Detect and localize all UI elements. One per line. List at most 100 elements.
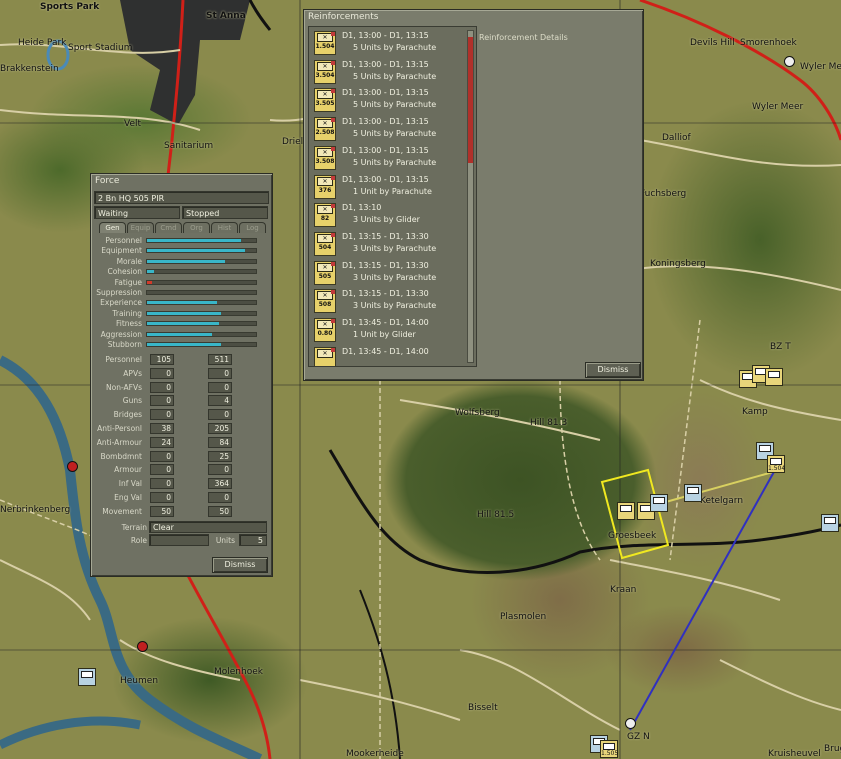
stat-value-current: 50 — [150, 505, 174, 517]
map-unit-counter[interactable] — [765, 368, 783, 386]
status-badge — [331, 118, 335, 123]
stat-table: Personnel 105 511 APVs 0 0 Non-AFVs 0 0 Guns 0 4 Bri… — [94, 354, 270, 522]
map-unit-counter[interactable] — [650, 494, 668, 512]
attribute-label: Suppression — [96, 288, 142, 297]
counter-text: 376 — [318, 186, 332, 194]
arrival-desc: 5 Units by Parachute — [353, 71, 437, 81]
list-item[interactable]: ✕ 3.508 D1, 13:00 - D1, 13:15 5 Units by Pa… — [312, 144, 464, 172]
status-badge — [331, 89, 335, 94]
tab-hist[interactable]: Hist — [211, 222, 238, 233]
attribute-bar-fill — [147, 280, 153, 284]
attribute-bar-fill — [147, 239, 241, 242]
objective-marker-icon[interactable] — [784, 56, 795, 67]
tab-org[interactable]: Org — [183, 222, 210, 233]
objective-marker-icon[interactable] — [625, 718, 636, 729]
map-unit-counter[interactable] — [821, 514, 839, 532]
map-unit-counter[interactable] — [617, 502, 635, 520]
list-item[interactable]: ✕ 3.505 D1, 13:00 - D1, 13:15 5 Units by Pa… — [312, 86, 464, 114]
list-item[interactable]: ✕ 82 D1, 13:10 3 Units by Glider — [312, 201, 464, 229]
status-badge — [331, 60, 335, 65]
unit-counter-icon: ✕ 508 — [314, 289, 336, 314]
reinforcements-list[interactable]: ✕ 1.504 D1, 13:00 - D1, 13:15 5 Units by Pa… — [308, 26, 477, 367]
attribute-bar — [146, 342, 257, 347]
role-label: Role — [130, 536, 147, 545]
tab-log[interactable]: Log — [239, 222, 266, 233]
unit-counter-icon: ✕ 504 — [314, 231, 336, 256]
panel-title: Reinforcements — [308, 12, 379, 22]
stat-value-max: 84 — [208, 436, 232, 448]
unit-counter-icon: ✕ 82 — [314, 203, 336, 228]
map-label: Velt — [124, 119, 142, 129]
stat-label: Personnel — [105, 355, 142, 364]
map-label: Groesbeek — [608, 531, 657, 541]
counter-text: 3.508 — [315, 157, 335, 165]
railway-black — [328, 449, 841, 574]
list-item[interactable]: ✕ 504 D1, 13:15 - D1, 13:30 3 Units by Para… — [312, 230, 464, 258]
counter-text: 2.508 — [315, 129, 335, 137]
map-unit-counter[interactable] — [78, 668, 96, 686]
objective-marker-icon[interactable] — [137, 641, 148, 652]
objective-marker-icon[interactable] — [67, 461, 78, 472]
list-item[interactable]: ✕ 1.504 D1, 13:00 - D1, 13:15 5 Units by Pa… — [312, 29, 464, 57]
unit-counter-icon: ✕ 505 — [314, 260, 336, 285]
attribute-bar — [146, 279, 257, 285]
list-item[interactable]: ✕ D1, 13:45 - D1, 14:00 — [312, 345, 464, 366]
stat-value-max: 50 — [208, 505, 232, 517]
attribute-label: Fitness — [116, 319, 142, 329]
tab-bar: Gen Equip Cmd Org Hist Log — [99, 222, 269, 234]
arrival-desc: 5 Units by Parachute — [353, 43, 437, 52]
list-item[interactable]: ✕ 3.504 D1, 13:00 - D1, 13:15 5 Units by Pa… — [312, 58, 464, 86]
tab-gen[interactable]: Gen — [99, 222, 126, 233]
map-label: Driel — [282, 137, 304, 147]
map-label: Koningsberg — [650, 259, 706, 269]
attribute-bar — [146, 269, 257, 275]
attribute-bar — [146, 258, 257, 264]
dismiss-button[interactable]: Dismiss — [212, 557, 268, 573]
arrival-desc: 1 Unit by Glider — [353, 330, 416, 339]
reinforcements-panel: Reinforcements ✕ 1.504 D1, 13:00 - D1, 13:… — [303, 9, 644, 381]
stat-value-current: 24 — [150, 436, 174, 448]
force-panel: Force 2 Bn HQ 505 PIR Waiting Stopped Ge… — [90, 173, 273, 577]
attribute-bar-fill — [147, 322, 219, 326]
status-badge — [331, 347, 335, 352]
map-unit-counter[interactable]: 1.504 — [767, 455, 785, 473]
status-field-left: Waiting — [94, 206, 180, 219]
dismiss-button[interactable]: Dismiss — [585, 362, 641, 378]
unit-counter-icon: ✕ 3.508 — [314, 145, 336, 170]
arrival-desc: 5 Units by Parachute — [353, 100, 437, 110]
map-label: St Anna — [206, 11, 246, 21]
map-label: Hill 81.5 — [477, 510, 515, 520]
arrival-time: D1, 13:45 - D1, 14:00 — [342, 346, 429, 356]
terrain-field: Clear — [149, 521, 267, 533]
map-label: Brakkenstein — [0, 64, 59, 74]
tab-cmd[interactable]: Cmd — [155, 222, 182, 233]
stat-label: APVs — [123, 368, 142, 378]
list-item[interactable]: ✕ 0.80 D1, 13:45 - D1, 14:00 1 Unit by Glid… — [312, 316, 464, 344]
stat-value-max: 364 — [208, 478, 232, 490]
stat-value-current: 105 — [150, 354, 174, 365]
stat-value-max: 0 — [208, 409, 232, 421]
scrollbar-thumb[interactable] — [468, 37, 473, 163]
list-item[interactable]: ✕ 376 D1, 13:00 - D1, 13:15 1 Unit by Parac… — [312, 173, 464, 201]
list-item[interactable]: ✕ 505 D1, 13:15 - D1, 13:30 3 Units by Para… — [312, 259, 464, 287]
map-label: Brug — [824, 744, 841, 754]
attribute-bar-fill — [147, 249, 246, 253]
map-label: Plasmolen — [500, 612, 547, 622]
arrival-desc: 5 Units by Parachute — [353, 157, 437, 167]
map-label: Wyler Meer — [752, 102, 804, 112]
map-unit-counter[interactable]: 1.505 — [600, 740, 618, 758]
stat-value-max: 25 — [208, 450, 232, 462]
map-unit-counter[interactable] — [684, 484, 702, 502]
tab-equip[interactable]: Equip — [127, 222, 154, 233]
list-item[interactable]: ✕ 2.508 D1, 13:00 - D1, 13:15 5 Units by Pa… — [312, 115, 464, 143]
stat-value-max: 511 — [208, 354, 232, 365]
attribute-bar — [146, 300, 257, 306]
counter-text: 505 — [318, 272, 332, 280]
units-label: Units — [215, 536, 235, 545]
arrival-desc: 5 Units by Parachute — [353, 129, 437, 139]
terrain-label: Terrain — [121, 523, 147, 532]
status-badge — [331, 261, 335, 266]
list-item[interactable]: ✕ 508 D1, 13:15 - D1, 13:30 3 Units by Para… — [312, 287, 464, 315]
stat-label: Movement — [102, 506, 142, 516]
list-scrollbar[interactable] — [467, 30, 474, 363]
